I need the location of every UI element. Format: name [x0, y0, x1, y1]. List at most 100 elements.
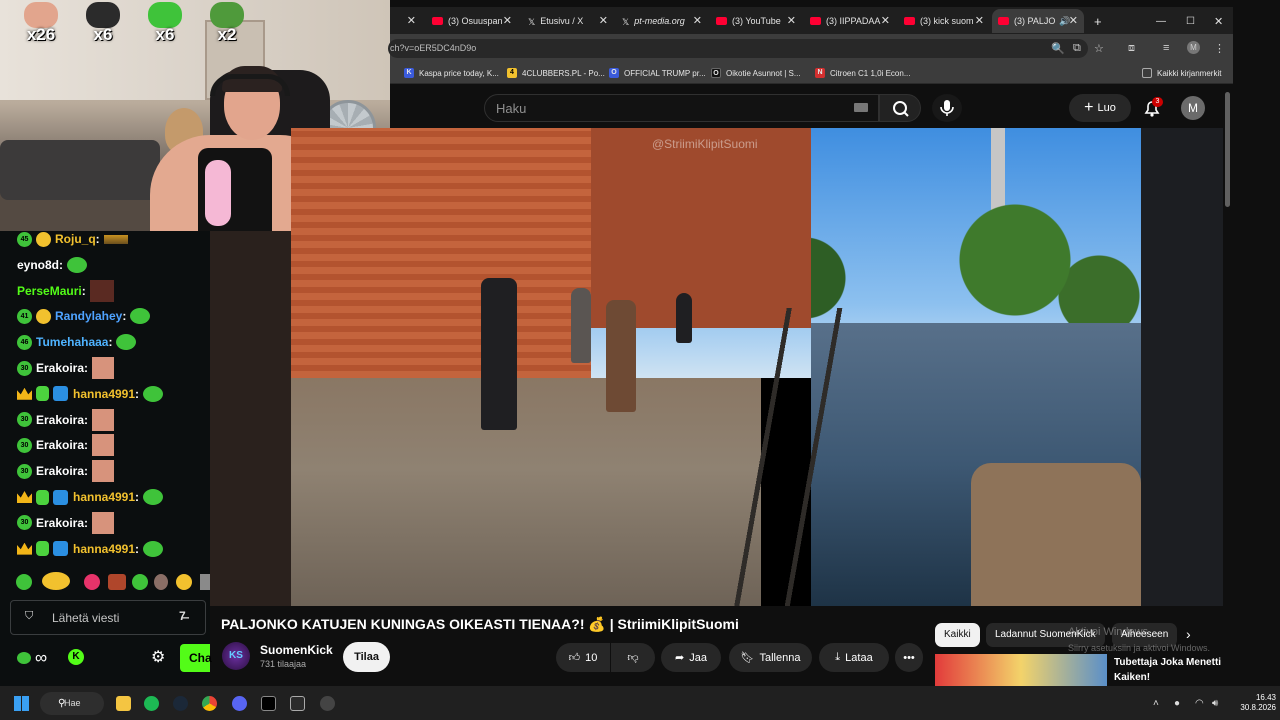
- more-actions-button[interactable]: •••: [895, 643, 923, 672]
- chat-input[interactable]: Lähetä viesti: [10, 600, 206, 635]
- browser-tab-active[interactable]: (3) PALJO 🔊 ✕: [992, 9, 1084, 33]
- steam-icon[interactable]: [173, 696, 188, 711]
- browser-tab[interactable]: (3) IIPPADAA ✕: [804, 9, 896, 33]
- emote-icon[interactable]: [42, 572, 70, 590]
- emote-picker-icon[interactable]: 7̶: [179, 609, 186, 623]
- chat-username[interactable]: Roju_q: [55, 232, 96, 246]
- shield-icon[interactable]: ⛉: [25, 610, 33, 623]
- minimize-icon[interactable]: —: [1150, 9, 1166, 33]
- chrome-icon[interactable]: [202, 696, 217, 711]
- close-tab-icon[interactable]: ✕: [881, 14, 890, 27]
- chat-username[interactable]: Erakoira: [36, 464, 84, 478]
- runelite-icon[interactable]: [290, 696, 305, 711]
- emote-icon[interactable]: [16, 574, 32, 590]
- discord-icon[interactable]: [232, 696, 247, 711]
- browser-tab[interactable]: (3) kick suom ✕: [898, 9, 990, 33]
- browser-tab-strip: ✕ (3) Osuuspan ✕ 𝕏 Etusivu / X ✕ 𝕏 pt-me…: [390, 7, 1233, 34]
- reading-list-icon[interactable]: ≡: [1163, 42, 1169, 54]
- profile-avatar[interactable]: M: [1187, 41, 1200, 54]
- extensions-icon[interactable]: ⧈: [1128, 42, 1135, 55]
- dislike-button[interactable]: 👎︎: [611, 643, 655, 672]
- close-window-icon[interactable]: ✕: [1208, 9, 1223, 33]
- browser-tab[interactable]: (3) YouTube ✕: [710, 9, 802, 33]
- subscribe-button[interactable]: Tilaa: [343, 642, 390, 672]
- windows-start-icon[interactable]: [14, 696, 29, 711]
- chat-username[interactable]: hanna4991: [73, 542, 135, 556]
- like-button[interactable]: 👍︎ 10: [556, 643, 610, 672]
- install-icon[interactable]: ⧉: [1073, 42, 1081, 55]
- recommended-title[interactable]: Tubettaja Joka Menetti Kaiken!: [1114, 655, 1224, 685]
- voice-search-button[interactable]: [932, 94, 962, 122]
- browser-tab[interactable]: ✕: [390, 9, 422, 33]
- emote-icon[interactable]: [132, 574, 148, 590]
- bookmark-item[interactable]: N Citroen C1 1,0i Econ...: [815, 68, 910, 78]
- address-bar[interactable]: ch?v=oER5DC4nD9o: [388, 39, 1088, 58]
- chat-username[interactable]: Erakoira: [36, 361, 84, 375]
- chat-send-button[interactable]: Cha: [180, 644, 212, 672]
- points-icon[interactable]: [17, 652, 31, 664]
- browser-tab[interactable]: (3) Osuuspan ✕: [426, 9, 518, 33]
- bookmark-item[interactable]: K Kaspa price today, K...: [404, 68, 499, 78]
- menu-icon[interactable]: ⋮: [1214, 42, 1225, 55]
- scrollbar-thumb[interactable]: [1225, 92, 1230, 207]
- obs-icon[interactable]: [320, 696, 335, 711]
- create-button[interactable]: + Luo: [1069, 94, 1131, 122]
- taskbar-search[interactable]: Hae: [40, 692, 104, 715]
- file-explorer-icon[interactable]: [116, 696, 131, 711]
- wifi-icon[interactable]: ◠: [1195, 698, 1204, 709]
- chat-username[interactable]: hanna4991: [73, 387, 135, 401]
- chat-username[interactable]: Erakoira: [36, 413, 84, 427]
- channel-avatar[interactable]: KS: [222, 642, 250, 670]
- kick-icon[interactable]: K: [68, 649, 84, 665]
- download-button[interactable]: ⤓ Lataa: [819, 643, 889, 672]
- close-tab-icon[interactable]: ✕: [787, 14, 796, 27]
- chip-all[interactable]: Kaikki: [935, 623, 980, 647]
- search-button[interactable]: [879, 94, 921, 122]
- bookmark-star-icon[interactable]: ☆: [1094, 42, 1104, 55]
- chat-username[interactable]: PerseMauri: [17, 284, 82, 298]
- bookmark-item[interactable]: O OFFICIAL TRUMP pr...: [609, 68, 706, 78]
- gear-icon[interactable]: ⚙: [151, 647, 165, 667]
- browser-tab[interactable]: 𝕏 pt-media.org ✕: [616, 9, 708, 33]
- chat-username[interactable]: hanna4991: [73, 490, 135, 504]
- chat-username[interactable]: Randylahey: [55, 309, 122, 323]
- chat-username[interactable]: Erakoira: [36, 516, 84, 530]
- close-tab-icon[interactable]: ✕: [503, 14, 512, 27]
- bookmark-item[interactable]: 4 4CLUBBERS.PL - Po...: [507, 68, 605, 78]
- emote-icon[interactable]: [154, 574, 168, 590]
- chat-username[interactable]: Tumehahaaa: [36, 335, 108, 349]
- emote-icon[interactable]: [176, 574, 192, 590]
- youtube-icon: [432, 17, 443, 25]
- maximize-icon[interactable]: ☐: [1180, 9, 1195, 33]
- close-tab-icon[interactable]: ✕: [693, 14, 702, 27]
- chat-username[interactable]: Erakoira: [36, 438, 84, 452]
- bookmark-item[interactable]: O Oikotie Asunnot | S...: [711, 68, 801, 78]
- emote-icon[interactable]: [84, 574, 100, 590]
- zoom-icon[interactable]: 🔍: [1051, 42, 1065, 55]
- new-tab-button[interactable]: +: [1088, 9, 1108, 33]
- share-button[interactable]: ➦ Jaa: [661, 643, 721, 672]
- volume-icon[interactable]: 🔊︎: [1212, 698, 1218, 709]
- close-tab-icon[interactable]: ✕: [1069, 14, 1078, 27]
- tray-app-icon[interactable]: ●: [1174, 698, 1180, 709]
- x-app-icon[interactable]: [261, 696, 276, 711]
- browser-tab[interactable]: 𝕏 Etusivu / X ✕: [522, 9, 614, 33]
- chat-username[interactable]: eyno8d: [17, 258, 59, 272]
- keyboard-icon[interactable]: [854, 103, 868, 112]
- close-tab-icon[interactable]: ✕: [975, 14, 984, 27]
- recommended-thumbnail[interactable]: [935, 654, 1107, 688]
- spotify-icon[interactable]: [144, 696, 159, 711]
- tray-chevron-icon[interactable]: ˄: [1153, 698, 1159, 709]
- close-tab-icon[interactable]: ✕: [407, 14, 416, 27]
- video-player[interactable]: [291, 128, 1141, 606]
- channel-name[interactable]: SuomenKick: [260, 643, 333, 657]
- emote-icon[interactable]: [200, 574, 210, 590]
- all-bookmarks[interactable]: Kaikki kirjanmerkit: [1142, 68, 1221, 78]
- emote-icon[interactable]: [108, 574, 126, 590]
- taskbar-clock[interactable]: 16.43 30.8.2026: [1232, 693, 1276, 713]
- search-input[interactable]: Haku: [484, 94, 879, 122]
- chevron-right-icon[interactable]: ›: [1186, 626, 1191, 642]
- save-button[interactable]: 🔖︎ Tallenna: [729, 643, 812, 672]
- account-avatar[interactable]: M: [1181, 96, 1205, 120]
- close-tab-icon[interactable]: ✕: [599, 14, 608, 27]
